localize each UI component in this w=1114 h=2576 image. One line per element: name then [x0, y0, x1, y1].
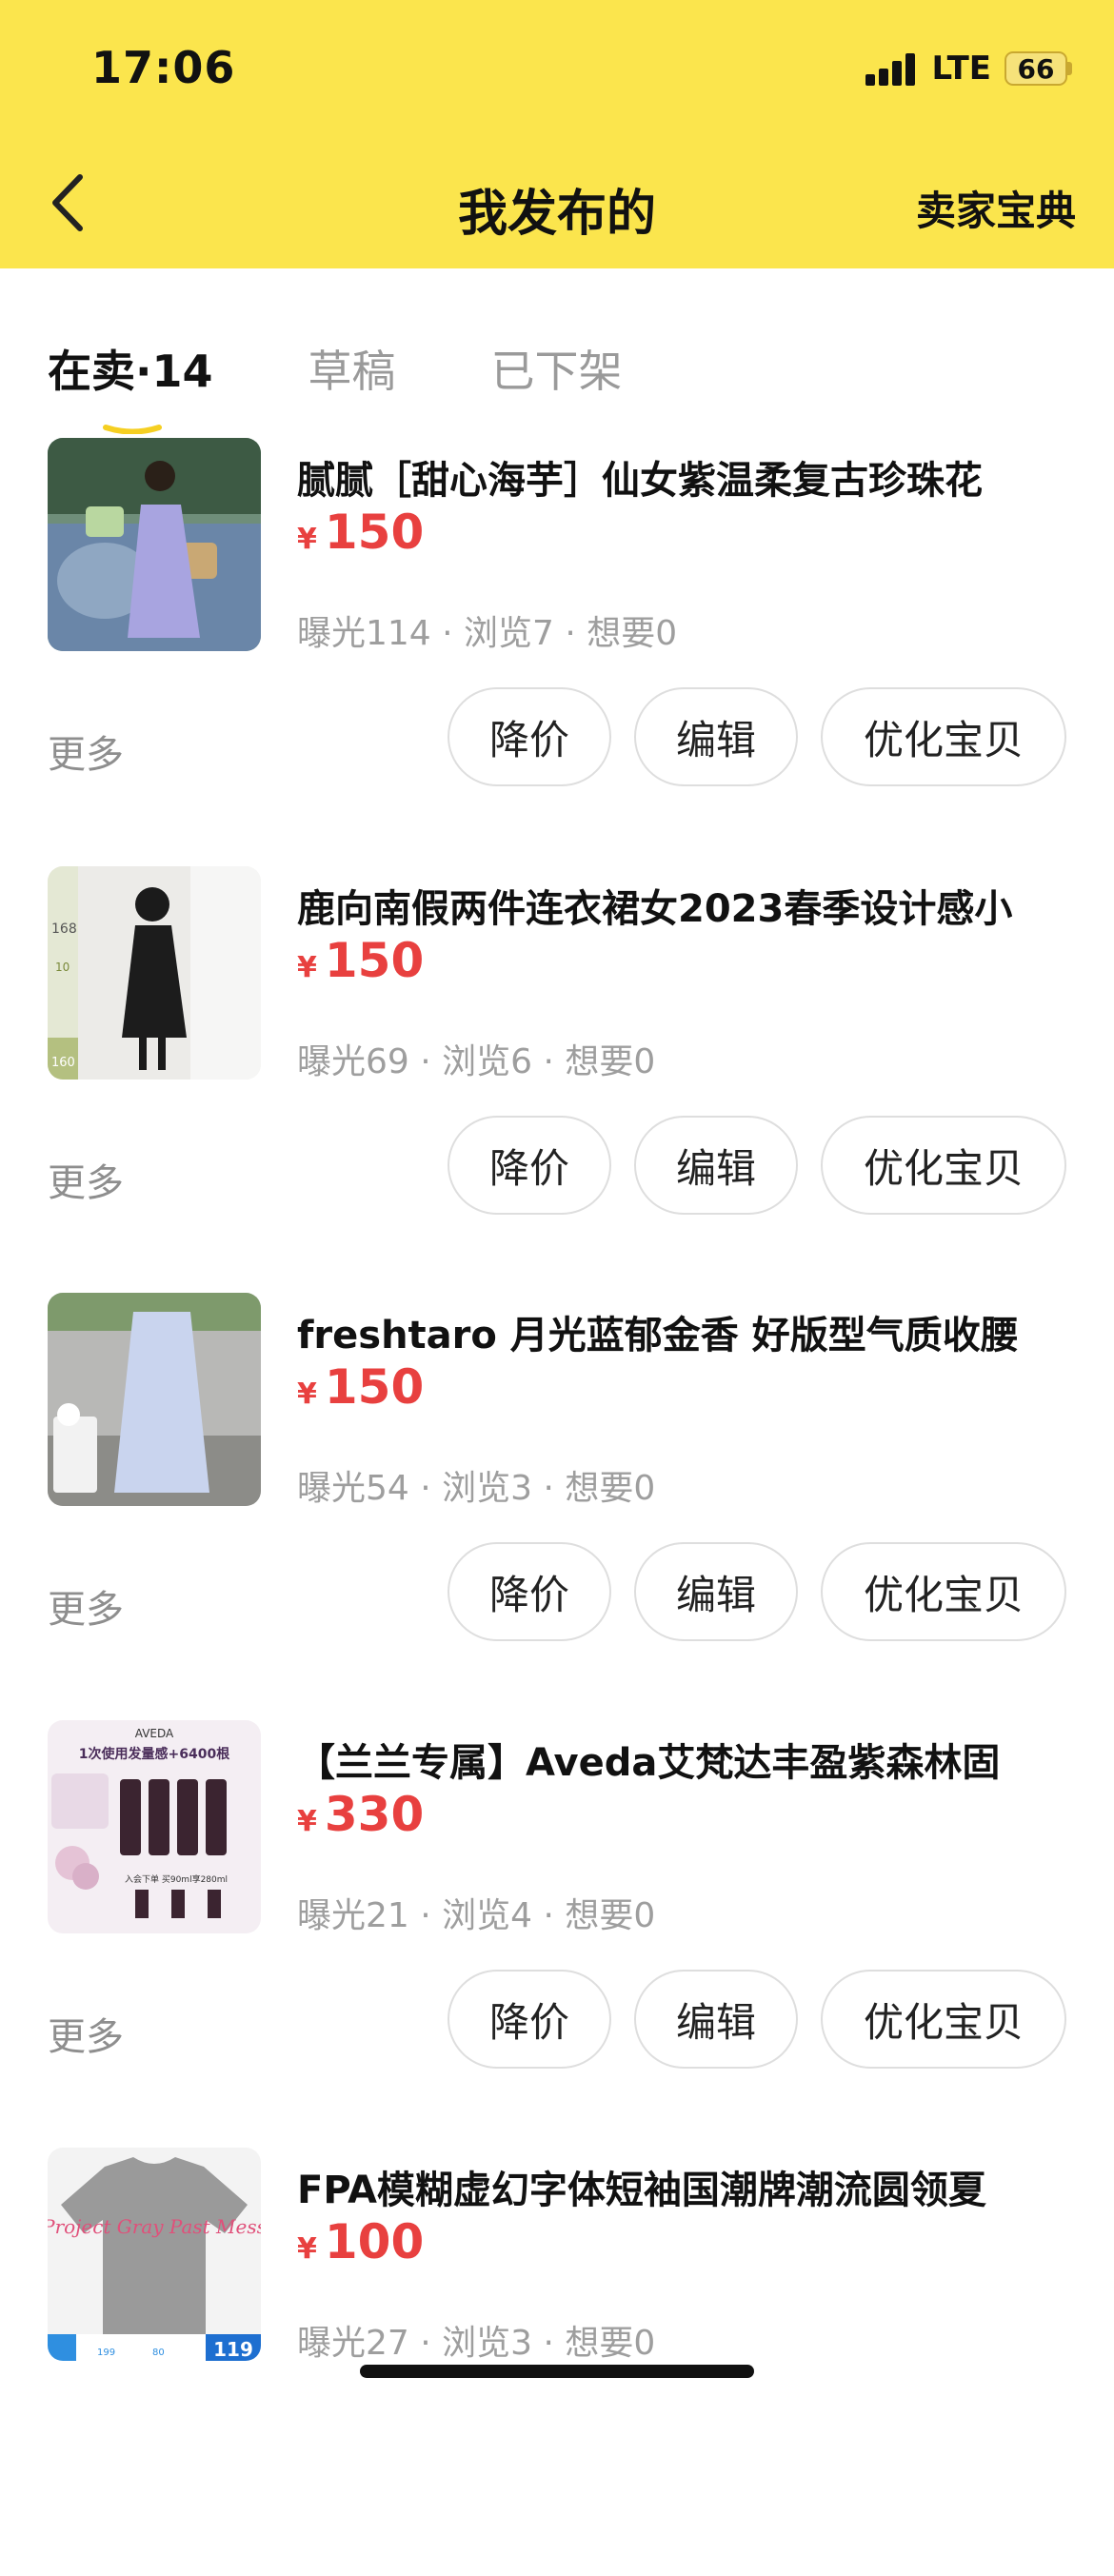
size-mark: 10 [55, 961, 70, 974]
listing-price: ¥330 [297, 1787, 424, 1842]
listing-price: ¥150 [297, 933, 424, 988]
thumb-price: 199 [97, 2348, 115, 2358]
tab-removed[interactable]: 已下架 [491, 337, 623, 400]
price-value: 150 [324, 1359, 425, 1415]
listing-title: FPA模糊虚幻字体短袖国潮牌潮流圆领夏 [297, 2169, 986, 2212]
size-mark: 160 [51, 1056, 75, 1070]
listing-item[interactable]: Project Gray Past Mess 199 80 119 FPA模糊虚… [0, 2148, 1114, 2576]
optimize-listing-button[interactable]: 优化宝贝 [821, 1542, 1066, 1641]
more-button[interactable]: 更多 [48, 723, 124, 779]
price-value: 150 [324, 505, 425, 560]
thumb-price: 80 [152, 2348, 165, 2358]
thumb-price-badge: 119 [213, 2338, 253, 2361]
battery-level: 66 [1017, 52, 1055, 85]
more-button[interactable]: 更多 [48, 1152, 124, 1207]
tab-active-indicator [103, 425, 162, 434]
reduce-price-button[interactable]: 降价 [448, 1970, 611, 2069]
listing-title: 鹿向南假两件连衣裙女2023春季设计感小 [297, 887, 1013, 931]
listing-stats: 曝光54 · 浏览3 · 想要0 [297, 1469, 656, 1508]
listing-item[interactable]: 腻腻［甜心海芋］仙女紫温柔复古珍珠花 ¥150 曝光114 · 浏览7 · 想要… [0, 438, 1114, 866]
promo-headline: 1次使用发量感+6400根 [79, 1746, 230, 1762]
status-indicators: LTE 66 [865, 50, 1072, 88]
tab-on-sale[interactable]: 在卖·14 [48, 337, 213, 434]
edit-button[interactable]: 编辑 [634, 1970, 798, 2069]
product-thumbnail[interactable]: Project Gray Past Mess 199 80 119 [48, 2148, 261, 2361]
shirt-print: Project Gray Past Mess [48, 2215, 261, 2238]
price-value: 330 [324, 1787, 425, 1842]
reduce-price-button[interactable]: 降价 [448, 1116, 611, 1215]
listing-item[interactable]: 168 10 160 鹿向南假两件连衣裙女2023春季设计感小 ¥150 曝光6… [0, 866, 1114, 1295]
currency-symbol: ¥ [297, 1377, 317, 1411]
listing-stats: 曝光27 · 浏览3 · 想要0 [297, 2324, 656, 2363]
listing-stats: 曝光21 · 浏览4 · 想要0 [297, 1896, 656, 1935]
tab-on-sale-label: 在卖·14 [48, 346, 213, 397]
listing-title: freshtaro 月光蓝郁金香 好版型气质收腰 [297, 1314, 1019, 1357]
network-label: LTE [931, 50, 991, 88]
listing-item[interactable]: AVEDA 1次使用发量感+6400根 入会下单 买90ml享280ml 【兰兰… [0, 1720, 1114, 2149]
product-thumbnail[interactable]: 168 10 160 [48, 866, 261, 1080]
listing-title: 腻腻［甜心海芋］仙女紫温柔复古珍珠花 [297, 459, 983, 503]
size-mark: 168 [51, 921, 77, 937]
more-button[interactable]: 更多 [48, 2006, 124, 2061]
optimize-listing-button[interactable]: 优化宝贝 [821, 1116, 1066, 1215]
tab-drafts[interactable]: 草稿 [308, 337, 396, 400]
currency-symbol: ¥ [297, 951, 317, 984]
listing-price: ¥150 [297, 1359, 424, 1415]
listing-stats: 曝光114 · 浏览7 · 想要0 [297, 614, 678, 653]
product-thumbnail[interactable] [48, 438, 261, 651]
signal-icon [865, 51, 919, 86]
listing-price: ¥150 [297, 505, 424, 560]
battery-icon: 66 [1005, 51, 1072, 86]
listing-title: 【兰兰专属】Aveda艾梵达丰盈紫森林固 [297, 1741, 1001, 1785]
status-time: 17:06 [91, 42, 236, 93]
product-thumbnail[interactable] [48, 1293, 261, 1506]
reduce-price-button[interactable]: 降价 [448, 1542, 611, 1641]
top-header: 17:06 LTE 66 我发布的 卖家宝典 [0, 0, 1114, 268]
price-value: 100 [324, 2214, 425, 2269]
home-indicator [360, 2365, 754, 2378]
optimize-listing-button[interactable]: 优化宝贝 [821, 687, 1066, 786]
tab-bar: 在卖·14 草稿 已下架 [48, 324, 718, 434]
listing-item[interactable]: freshtaro 月光蓝郁金香 好版型气质收腰 ¥150 曝光54 · 浏览3… [0, 1293, 1114, 1721]
reduce-price-button[interactable]: 降价 [448, 687, 611, 786]
more-button[interactable]: 更多 [48, 1578, 124, 1634]
listing-stats: 曝光69 · 浏览6 · 想要0 [297, 1042, 656, 1081]
currency-symbol: ¥ [297, 2232, 317, 2266]
price-value: 150 [324, 933, 425, 988]
brand-text: AVEDA [135, 1727, 174, 1740]
promo-offer: 入会下单 买90ml享280ml [125, 1873, 228, 1885]
listing-price: ¥100 [297, 2214, 424, 2269]
edit-button[interactable]: 编辑 [634, 687, 798, 786]
edit-button[interactable]: 编辑 [634, 1116, 798, 1215]
optimize-listing-button[interactable]: 优化宝贝 [821, 1970, 1066, 2069]
currency-symbol: ¥ [297, 1805, 317, 1838]
product-thumbnail[interactable]: AVEDA 1次使用发量感+6400根 入会下单 买90ml享280ml [48, 1720, 261, 1933]
edit-button[interactable]: 编辑 [634, 1542, 798, 1641]
currency-symbol: ¥ [297, 523, 317, 556]
seller-guide-link[interactable]: 卖家宝典 [916, 179, 1076, 237]
